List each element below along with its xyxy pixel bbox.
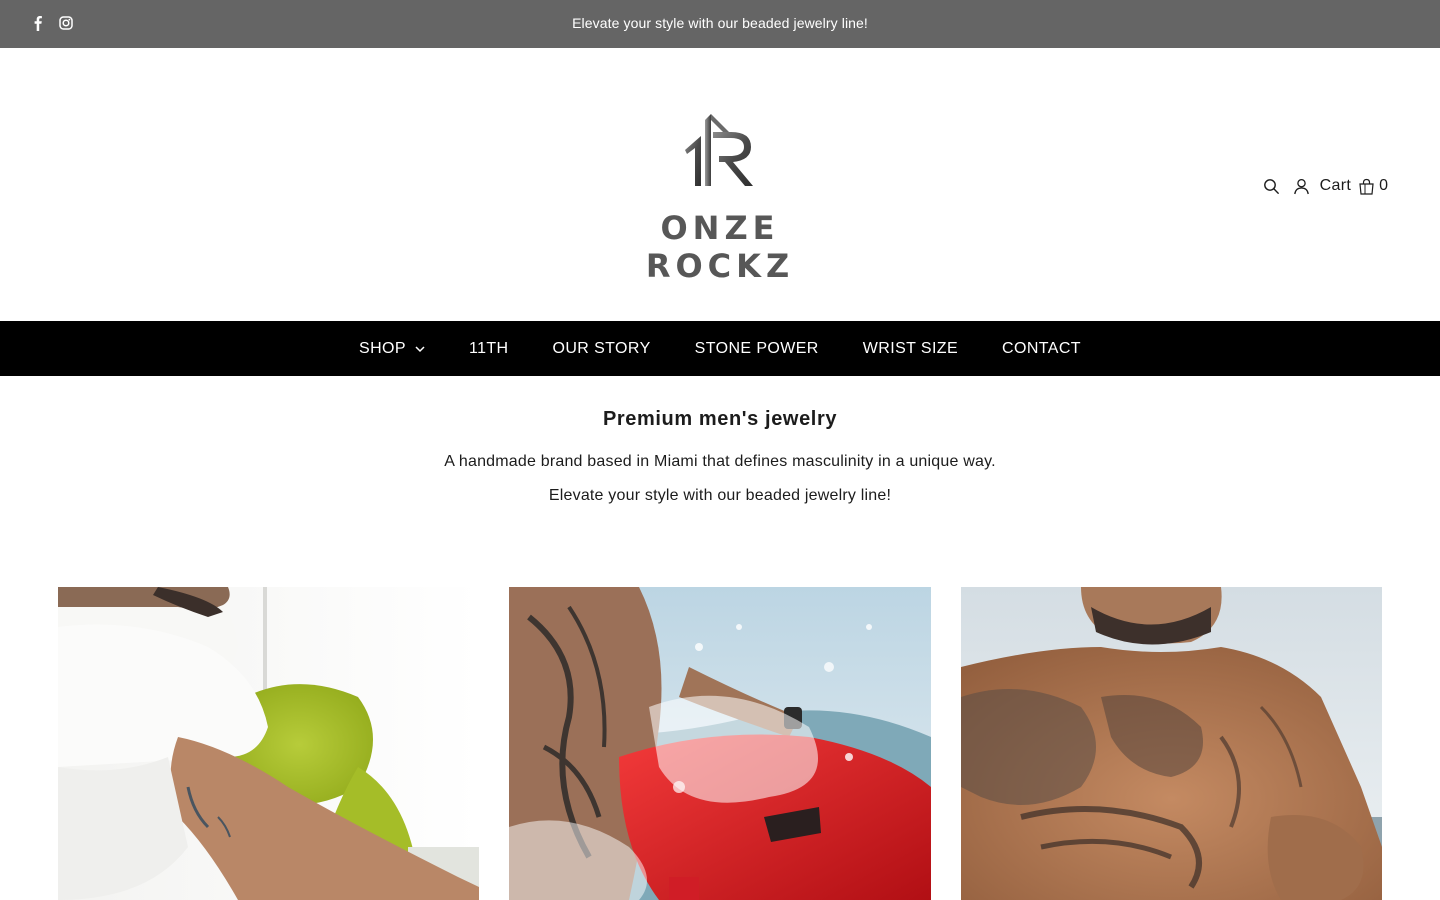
nav-item-label: SHOP (359, 339, 406, 357)
announcement-message: Elevate your style with our beaded jewel… (572, 15, 868, 31)
image-tile-man-white-shirt[interactable] (58, 587, 479, 900)
announcement-bar: Elevate your style with our beaded jewel… (0, 0, 1440, 48)
intro-line-2: Elevate your style with our beaded jewel… (548, 487, 892, 504)
intro-section: Premium men's jewelry A handmade brand b… (0, 376, 1440, 505)
nav-item-label: STONE POWER (694, 339, 819, 357)
nav-item-stone-power[interactable]: STONE POWER (695, 340, 819, 358)
nav-item-wrist-size[interactable]: WRIST SIZE (863, 340, 958, 358)
photo-tattooed-chest (961, 587, 1382, 900)
main-nav: SHOP 11TH OUR STORY STONE POWER WRIST SI… (0, 321, 1440, 376)
nav-item-label: WRIST SIZE (862, 339, 959, 357)
chevron-down-icon (415, 345, 425, 352)
image-tiles (58, 587, 1382, 900)
image-tile-tattooed-chest[interactable] (961, 587, 1382, 900)
nav-item-contact[interactable]: CONTACT (1002, 340, 1081, 358)
logo-wordmark: ONZE ROCKZ (645, 209, 795, 285)
nav-item-label: CONTACT (1002, 339, 1081, 357)
shopping-bag-icon[interactable] (1358, 178, 1375, 195)
nav-item-our-story[interactable]: OUR STORY (553, 340, 651, 358)
page-heading: Premium men's jewelry (602, 408, 838, 430)
site-header: ONZE ROCKZ Cart 0 (0, 48, 1440, 321)
logo-mark-icon (685, 114, 753, 186)
account-icon[interactable] (1293, 178, 1310, 195)
nav-item-shop[interactable]: SHOP (359, 340, 425, 358)
intro-line-1: A handmade brand based in Miami that def… (444, 453, 996, 470)
brand-logo[interactable]: ONZE ROCKZ (580, 114, 860, 285)
search-icon[interactable] (1263, 178, 1280, 195)
nav-item-label: OUR STORY (552, 339, 651, 357)
nav-item-label: 11TH (468, 339, 509, 357)
photo-man-white-shirt (58, 587, 479, 900)
photo-jetski-splash (509, 587, 931, 900)
header-tools: Cart 0 (1250, 175, 1388, 197)
image-tile-jetski-splash[interactable] (509, 587, 931, 900)
cart-count: 0 (1379, 177, 1388, 194)
cart-link[interactable]: Cart (1320, 177, 1351, 195)
nav-item-11th[interactable]: 11TH (469, 340, 509, 358)
